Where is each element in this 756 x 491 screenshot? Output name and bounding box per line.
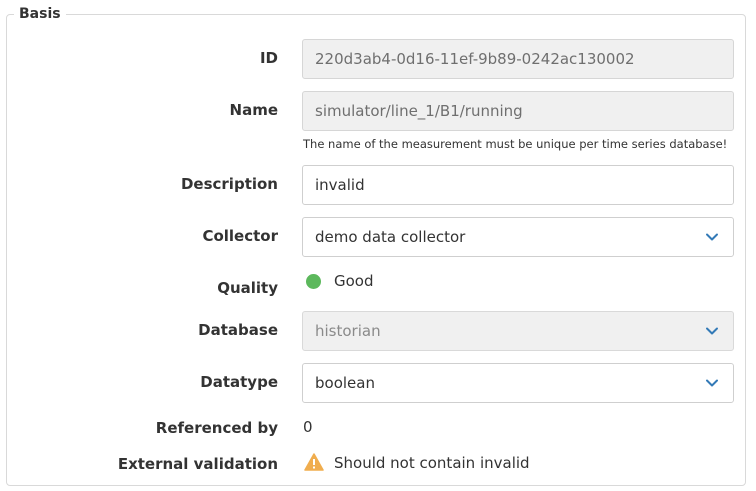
database-select[interactable]: historian (302, 311, 734, 351)
database-label: Database (198, 321, 278, 339)
datatype-value: boolean (315, 374, 375, 392)
external-validation-value: Should not contain invalid (334, 454, 530, 472)
description-label: Description (180, 175, 278, 193)
name-value: simulator/line_1/B1/running (315, 102, 523, 120)
name-label: Name (229, 101, 278, 119)
section-legend: Basis (14, 4, 66, 24)
database-value: historian (315, 322, 381, 340)
id-label: ID (259, 49, 278, 67)
description-value: invalid (315, 176, 365, 194)
quality-label: Quality (217, 279, 278, 297)
chevron-down-icon (706, 233, 718, 241)
referenced-by-label: Referenced by (155, 419, 278, 437)
chevron-down-icon (706, 379, 718, 387)
id-field[interactable]: 220d3ab4-0d16-11ef-9b89-0242ac130002 (302, 39, 734, 79)
referenced-by-value: 0 (303, 418, 313, 436)
datatype-select[interactable]: boolean (302, 363, 734, 403)
id-value: 220d3ab4-0d16-11ef-9b89-0242ac130002 (315, 50, 635, 68)
collector-label: Collector (202, 227, 278, 245)
status-dot-icon (306, 274, 321, 289)
quality-value: Good (334, 272, 374, 290)
warning-icon (304, 453, 324, 471)
datatype-label: Datatype (200, 373, 278, 391)
collector-value: demo data collector (315, 228, 466, 246)
name-field[interactable]: simulator/line_1/B1/running (302, 91, 734, 131)
name-help-text: The name of the measurement must be uniq… (303, 137, 728, 151)
description-input[interactable]: invalid (302, 165, 734, 205)
chevron-down-icon (706, 327, 718, 335)
external-validation-label: External validation (117, 455, 278, 473)
collector-select[interactable]: demo data collector (302, 217, 734, 257)
